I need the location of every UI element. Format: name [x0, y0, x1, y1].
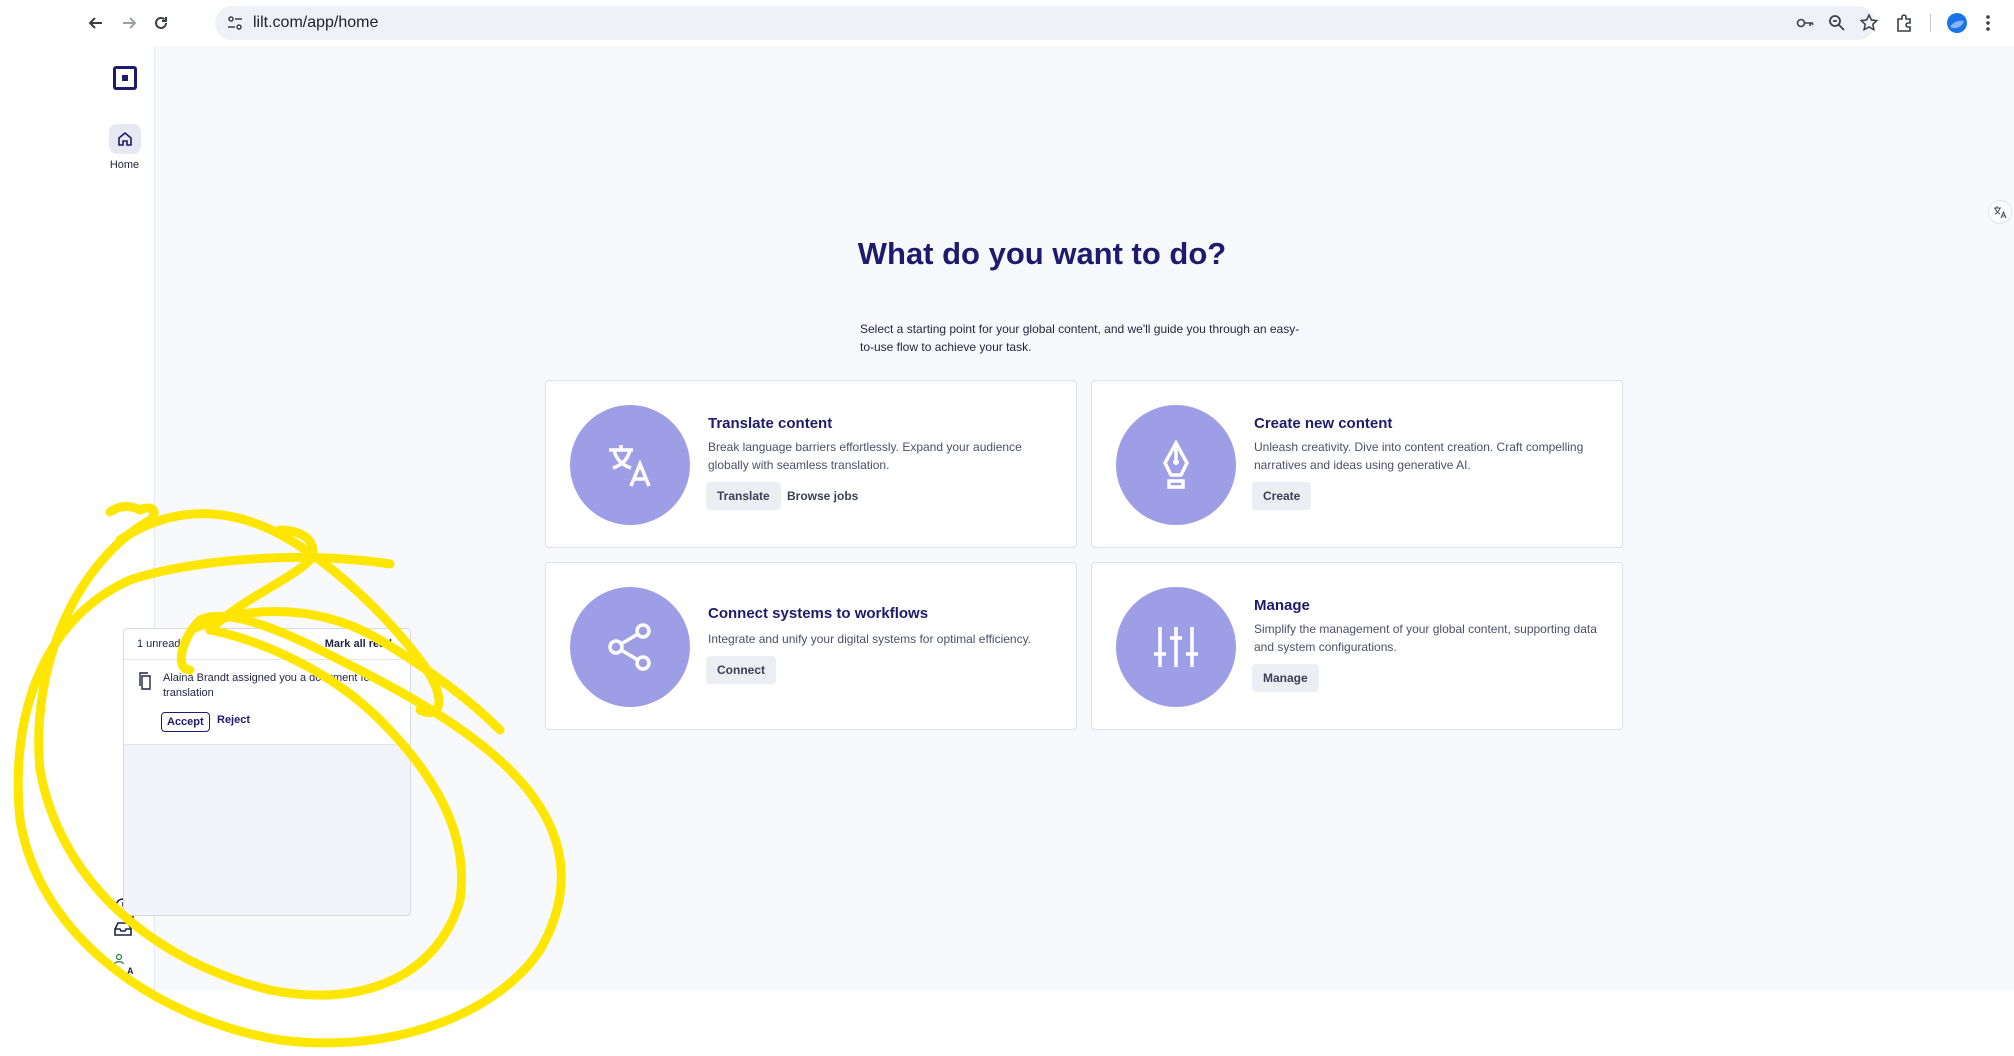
- page-subtitle: Select a starting point for your global …: [860, 322, 1300, 354]
- card-title: Translate content: [708, 415, 833, 432]
- accept-button[interactable]: Accept: [161, 712, 210, 732]
- forward-arrow-icon: [123, 17, 137, 29]
- card-manage: Manage Simplify the management of your g…: [1091, 562, 1623, 730]
- share-icon: [570, 587, 690, 707]
- notifications-panel: 1 unread Mark all read Alaina Brandt ass…: [123, 628, 411, 916]
- avatar[interactable]: A: [113, 952, 137, 978]
- language-toggle[interactable]: [1988, 200, 2012, 224]
- translate-button[interactable]: Translate: [706, 482, 781, 510]
- create-button[interactable]: Create: [1252, 482, 1312, 510]
- browser-toolbar: lilt.com/app/home: [88, 0, 2014, 46]
- sliders-icon: [1116, 587, 1236, 707]
- document-icon: [139, 672, 151, 690]
- card-create-new-content: Create new content Unleash creativity. D…: [1091, 380, 1623, 548]
- sidebar-item-home[interactable]: Home: [95, 124, 154, 180]
- card-title: Create new content: [1254, 415, 1393, 432]
- card-title: Connect systems to workflows: [708, 605, 929, 622]
- bookmark-star-icon[interactable]: [1859, 13, 1879, 33]
- card-connect-systems: Connect systems to workflows Integrate a…: [545, 562, 1077, 730]
- sidebar-item-label: Home: [109, 159, 140, 171]
- extensions-icon[interactable]: [1894, 12, 1916, 34]
- pen-nib-icon: [1116, 405, 1236, 525]
- back-arrow-icon: [88, 17, 102, 29]
- toolbar-divider: [1930, 14, 1931, 32]
- site-info-icon[interactable]: [225, 13, 245, 33]
- back-button[interactable]: [81, 8, 111, 38]
- translate-small-icon: [1994, 206, 2007, 219]
- card-description: Break language barriers effortlessly. Ex…: [708, 440, 1022, 472]
- menu-kebab-icon[interactable]: [1977, 12, 1999, 34]
- card-description: Simplify the management of your global c…: [1254, 622, 1597, 654]
- reject-button[interactable]: Reject: [217, 714, 250, 726]
- reload-icon: [155, 16, 167, 29]
- translate-icon: [570, 405, 690, 525]
- unread-count: 1 unread: [137, 638, 181, 650]
- card-translate-content: Translate content Break language barrier…: [545, 380, 1077, 548]
- notifications-header: 1 unread Mark all read: [124, 629, 410, 660]
- card-description: Integrate and unify your digital systems…: [708, 632, 1032, 646]
- user-icon: [113, 953, 125, 965]
- forward-button[interactable]: [114, 8, 144, 38]
- card-title: Manage: [1254, 597, 1310, 614]
- card-description: Unleash creativity. Dive into content cr…: [1254, 440, 1584, 472]
- address-bar[interactable]: lilt.com/app/home: [215, 6, 1879, 40]
- mark-all-read-button[interactable]: Mark all read: [325, 638, 392, 650]
- manage-button[interactable]: Manage: [1252, 664, 1319, 692]
- notification-text: Alaina Brandt assigned you a document fo…: [163, 672, 374, 699]
- home-icon: [108, 124, 141, 154]
- url-text[interactable]: lilt.com/app/home: [253, 14, 378, 32]
- page-title: What do you want to do?: [857, 236, 1227, 271]
- connect-button[interactable]: Connect: [706, 656, 776, 684]
- reload-button[interactable]: [146, 8, 176, 38]
- notification-item[interactable]: Alaina Brandt assigned you a document fo…: [124, 660, 410, 745]
- zoom-icon[interactable]: [1827, 13, 1847, 33]
- lilt-logo[interactable]: [113, 66, 137, 90]
- browse-jobs-button[interactable]: Browse jobs: [776, 482, 869, 510]
- profile-icon[interactable]: [1946, 12, 1968, 34]
- password-key-icon[interactable]: [1795, 13, 1815, 33]
- avatar-initial: A: [127, 966, 134, 976]
